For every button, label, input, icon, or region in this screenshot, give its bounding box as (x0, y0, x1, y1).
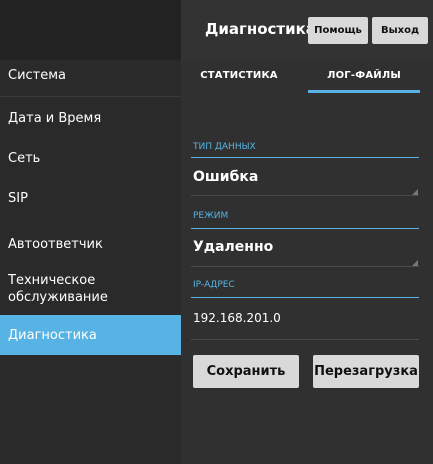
sidebar-item-datetime[interactable]: Дата и Время (0, 100, 181, 136)
header-left-panel (0, 0, 181, 60)
sidebar-item-diagnostics[interactable]: Диагностика (0, 315, 181, 355)
ip-address-bottom-rule (191, 339, 419, 340)
reboot-button[interactable]: Перезагрузка (313, 355, 419, 388)
exit-button[interactable]: Выход (372, 17, 428, 44)
page-title: Диагностика (205, 20, 316, 38)
mode-underline (191, 228, 419, 229)
data-type-label: ТИП ДАННЫХ (193, 142, 256, 152)
mode-label: РЕЖИМ (193, 211, 229, 221)
ip-address-underline (191, 297, 419, 298)
tab-statistics[interactable]: СТАТИСТИКА (189, 60, 289, 90)
sidebar-item-network[interactable]: Сеть (0, 140, 181, 176)
mode-bottom-rule (191, 266, 419, 267)
ip-address-label: IP-АДРЕС (193, 280, 235, 290)
sidebar-item-sip[interactable]: SIP (0, 180, 181, 216)
data-type-select[interactable]: Ошибка (193, 169, 258, 185)
active-tab-indicator (308, 90, 420, 93)
mode-select[interactable]: Удаленно (193, 239, 273, 255)
main-panel (181, 60, 433, 464)
sidebar-item-answering-machine[interactable]: Автоответчик (0, 226, 181, 262)
data-type-underline (191, 157, 419, 158)
sidebar-item-maintenance[interactable]: Техническое обслуживание (0, 266, 181, 312)
save-button[interactable]: Сохранить (193, 355, 299, 388)
tab-log-files[interactable]: ЛОГ-ФАЙЛЫ (308, 60, 420, 90)
select-corner-icon (412, 189, 418, 195)
select-corner-icon (412, 260, 418, 266)
sidebar-item-system[interactable]: Система (0, 60, 181, 90)
data-type-bottom-rule (191, 195, 419, 196)
help-button[interactable]: Помощь (308, 17, 368, 44)
sidebar-divider (0, 96, 181, 97)
ip-address-input[interactable]: 192.168.201.0 (193, 311, 281, 325)
